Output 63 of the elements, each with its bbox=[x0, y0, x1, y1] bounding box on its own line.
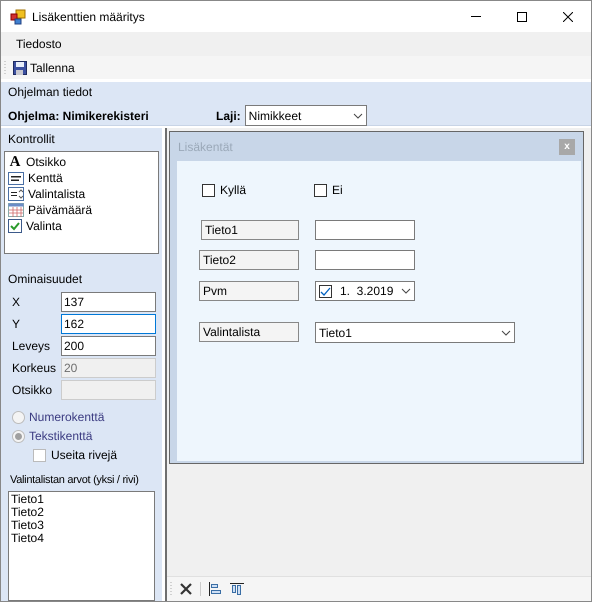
values-text-area[interactable]: Tieto1 Tieto2 Tieto3 Tieto4 bbox=[8, 490, 155, 600]
label-control[interactable]: Tieto1 bbox=[201, 220, 299, 240]
align-top-icon bbox=[230, 582, 244, 596]
field-label: Leveys bbox=[12, 338, 52, 355]
label-control[interactable]: Valintalista bbox=[199, 322, 299, 342]
group-title: Kontrollit bbox=[8, 131, 55, 148]
type-dropdown[interactable]: Nimikkeet bbox=[244, 105, 367, 126]
chevron-down-icon bbox=[401, 288, 412, 294]
input-field[interactable]: 137 bbox=[61, 292, 156, 312]
control-item[interactable]: Kenttä bbox=[8, 170, 155, 186]
checkbox-label: Ei bbox=[332, 182, 343, 199]
close-icon bbox=[563, 12, 573, 22]
align-top-button[interactable] bbox=[229, 581, 245, 597]
window-title: Lisäkenttien määritys bbox=[32, 8, 145, 26]
app-icon bbox=[10, 8, 26, 24]
list-value: Tieto4 bbox=[11, 532, 44, 544]
checkbox[interactable] bbox=[319, 284, 332, 298]
letter-icon: A bbox=[8, 156, 22, 168]
align-left-button[interactable] bbox=[207, 581, 223, 597]
text-field[interactable] bbox=[315, 220, 415, 240]
group-title: Ominaisuudet bbox=[8, 271, 82, 288]
control-item[interactable]: Valintalista bbox=[8, 186, 155, 202]
label-control[interactable]: Tieto2 bbox=[199, 250, 299, 270]
checkbox-label: Kyllä bbox=[220, 182, 246, 199]
list-value: Tieto3 bbox=[11, 518, 44, 532]
align-left-icon bbox=[208, 582, 222, 596]
checkbox[interactable] bbox=[33, 448, 46, 462]
list-value: Tieto1 bbox=[11, 492, 44, 506]
close-icon bbox=[180, 583, 192, 595]
input-field[interactable]: 162 bbox=[61, 314, 156, 334]
chevron-down-icon bbox=[501, 330, 511, 336]
radio-label: Numerokenttä bbox=[29, 409, 104, 426]
control-item[interactable]: Valinta bbox=[8, 218, 155, 234]
field-label: Korkeus bbox=[12, 360, 58, 377]
menu-item[interactable]: Tiedosto bbox=[8, 35, 70, 53]
group-title: Ohjelman tiedot bbox=[8, 84, 92, 101]
dropdown[interactable]: Tieto1 bbox=[315, 322, 515, 343]
input-field[interactable]: 200 bbox=[61, 336, 156, 356]
list-value: Tieto2 bbox=[11, 506, 44, 518]
save-button[interactable]: Tallenna bbox=[10, 58, 78, 76]
radio-label: Tekstikenttä bbox=[29, 428, 92, 445]
program-name: Ohjelma: Nimikerekisteri bbox=[8, 108, 150, 124]
text-field-icon bbox=[8, 172, 24, 184]
checkbox-label: Useita rivejä bbox=[51, 447, 118, 464]
maximize-icon bbox=[517, 12, 527, 22]
list-box-icon bbox=[8, 187, 24, 201]
type-label: Laji: bbox=[216, 108, 241, 124]
text-field[interactable] bbox=[315, 250, 415, 270]
minimize-icon bbox=[471, 16, 481, 17]
delete-button[interactable] bbox=[178, 581, 194, 597]
date-picker[interactable]: 1. 3.2019 bbox=[315, 281, 415, 301]
checkbox[interactable] bbox=[202, 184, 215, 196]
field-label: Y bbox=[12, 316, 22, 333]
checkbox[interactable] bbox=[314, 184, 327, 196]
control-item[interactable]: A Otsikko bbox=[8, 154, 155, 170]
list-title: Valintalistan arvot (yksi / rivi) bbox=[10, 473, 139, 488]
calendar-icon bbox=[8, 203, 24, 217]
label-control[interactable]: Pvm bbox=[199, 281, 299, 301]
checkbox-icon bbox=[8, 219, 22, 233]
field-label: Otsikko bbox=[12, 382, 54, 399]
control-item[interactable]: Päivämäärä bbox=[8, 202, 155, 218]
chevron-down-icon bbox=[352, 112, 363, 118]
field-label: X bbox=[12, 294, 22, 311]
